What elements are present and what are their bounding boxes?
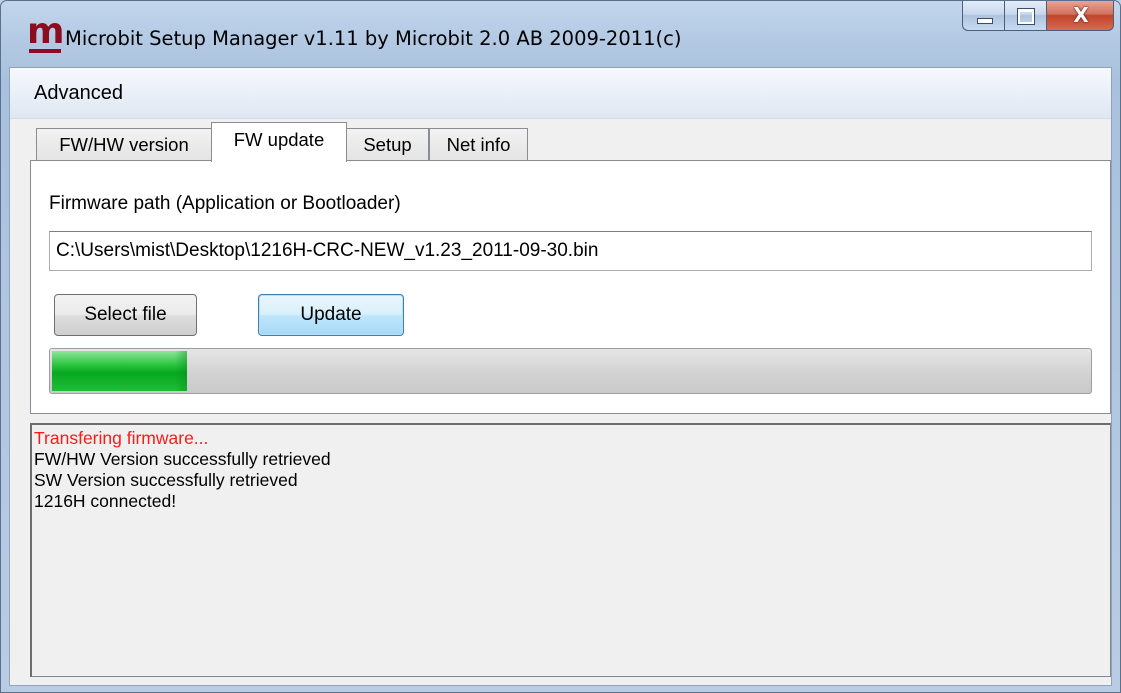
app-window: m Microbit Setup Manager v1.11 by Microb… bbox=[0, 0, 1121, 693]
update-progress-bar bbox=[49, 348, 1092, 394]
close-icon: X bbox=[1073, 3, 1089, 27]
log-output[interactable]: Transfering firmware... FW/HW Version suc… bbox=[30, 423, 1111, 677]
minimize-icon bbox=[977, 18, 993, 24]
log-line: Transfering firmware... bbox=[34, 428, 209, 448]
tab-net-info[interactable]: Net info bbox=[429, 128, 528, 160]
tab-setup[interactable]: Setup bbox=[347, 128, 429, 160]
menu-advanced[interactable]: Advanced bbox=[34, 82, 123, 105]
close-button[interactable]: X bbox=[1046, 1, 1114, 31]
firmware-path-input[interactable]: C:\Users\mist\Desktop\1216H-CRC-NEW_v1.2… bbox=[49, 231, 1092, 271]
maximize-icon bbox=[1017, 8, 1035, 25]
minimize-button[interactable] bbox=[962, 1, 1004, 31]
window-title: Microbit Setup Manager v1.11 by Microbit… bbox=[65, 27, 682, 50]
progress-fill bbox=[52, 351, 187, 391]
tab-fw-hw-version[interactable]: FW/HW version bbox=[36, 128, 211, 160]
title-bar[interactable]: m Microbit Setup Manager v1.11 by Microb… bbox=[1, 1, 1120, 67]
app-logo-icon: m bbox=[27, 11, 65, 53]
fw-update-panel: Firmware path (Application or Bootloader… bbox=[30, 160, 1111, 414]
log-line: SW Version successfully retrieved bbox=[34, 470, 298, 490]
log-line: 1216H connected! bbox=[34, 491, 177, 511]
select-file-button[interactable]: Select file bbox=[54, 294, 197, 336]
firmware-path-label: Firmware path (Application or Bootloader… bbox=[49, 193, 401, 214]
maximize-button[interactable] bbox=[1004, 1, 1046, 31]
update-button[interactable]: Update bbox=[258, 294, 404, 336]
menu-bar: Advanced bbox=[10, 68, 1111, 119]
caption-buttons: X bbox=[962, 1, 1114, 33]
log-line: FW/HW Version successfully retrieved bbox=[34, 449, 331, 469]
tab-fw-update[interactable]: FW update bbox=[211, 122, 347, 162]
client-area: Advanced FW/HW version FW update Setup N… bbox=[9, 67, 1112, 686]
